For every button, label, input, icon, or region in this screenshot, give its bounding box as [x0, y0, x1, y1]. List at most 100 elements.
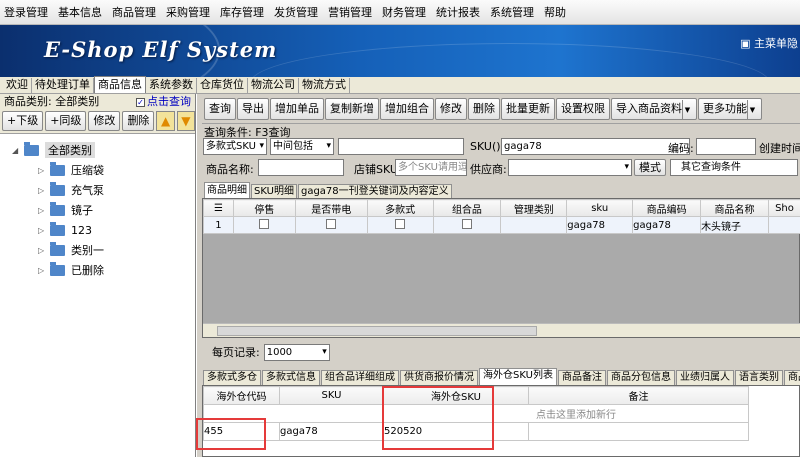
warehouse-code-cell[interactable]: 455: [203, 422, 280, 441]
stop-sale-checkbox[interactable]: [259, 218, 270, 229]
sku-cell[interactable]: gaga78: [279, 422, 384, 441]
tab-2[interactable]: 商品信息: [94, 76, 146, 93]
menu-item-5[interactable]: 发货管理: [274, 4, 318, 20]
column-header-3[interactable]: 备注: [528, 386, 749, 405]
name-cell[interactable]: 木头镜子: [700, 216, 769, 234]
battery-checkbox[interactable]: [326, 218, 337, 229]
combo-checkbox[interactable]: [461, 218, 472, 229]
tree-root[interactable]: ◢ 全部类别: [12, 140, 195, 160]
edit-category-button[interactable]: 修改: [88, 110, 121, 131]
code-input[interactable]: [696, 138, 756, 155]
table-row[interactable]: 1 gaga78 gaga78 木头镜子: [203, 216, 800, 234]
mode-button[interactable]: 模式: [634, 159, 666, 176]
column-header-0[interactable]: ☰: [203, 199, 234, 217]
collapse-icon[interactable]: ◢: [12, 146, 24, 155]
chevron-down-icon[interactable]: ▼: [747, 99, 757, 120]
toolbar-button-7[interactable]: 批量更新: [501, 97, 555, 120]
bottom-tab-4[interactable]: 海外仓SKU列表: [479, 368, 557, 385]
column-header-2[interactable]: 是否带电: [294, 199, 368, 217]
toolbar-button-9[interactable]: 导入商品资料 ▼: [611, 97, 697, 120]
expand-icon[interactable]: ▷: [38, 226, 50, 235]
menu-item-0[interactable]: 登录管理: [4, 4, 48, 20]
tree-item-4[interactable]: ▷ 类别一: [12, 240, 195, 260]
horizontal-scrollbar[interactable]: [203, 323, 800, 337]
bottom-tab-2[interactable]: 组合品详细组成: [321, 370, 399, 385]
click-query-checkbox[interactable]: ✓ 点击查询: [136, 93, 191, 109]
code-cell[interactable]: gaga78: [632, 216, 702, 234]
multi-style-checkbox[interactable]: [395, 218, 406, 229]
tab-3[interactable]: 系统参数: [146, 78, 197, 93]
main-tab-0[interactable]: 商品明细: [204, 182, 250, 198]
add-sibling-button[interactable]: +同级: [45, 110, 87, 131]
expand-icon[interactable]: ▷: [38, 246, 50, 255]
bottom-tab-1[interactable]: 多款式信息: [262, 370, 320, 385]
sku-input[interactable]: gaga78: [501, 138, 690, 155]
column-header-9[interactable]: Sho: [767, 199, 800, 217]
move-up-icon[interactable]: ▲: [156, 110, 175, 131]
other-conditions[interactable]: 其它查询条件: [670, 159, 798, 176]
toolbar-button-4[interactable]: 增加组合: [380, 97, 434, 120]
bottom-tab-9[interactable]: 商品: [783, 370, 800, 385]
expand-icon[interactable]: ▷: [38, 166, 50, 175]
column-header-8[interactable]: 商品名称: [700, 199, 769, 217]
toolbar-button-1[interactable]: 导出: [237, 97, 269, 120]
column-header-0[interactable]: 海外仓代码: [203, 386, 280, 405]
main-tab-1[interactable]: SKU明细: [251, 184, 297, 198]
match-mode-select[interactable]: 中间包括: [270, 138, 334, 155]
tree-item-0[interactable]: ▷ 压缩袋: [12, 160, 195, 180]
multi-sku-select[interactable]: 多款式SKU: [203, 138, 267, 155]
tab-4[interactable]: 仓库货位: [197, 78, 248, 93]
table-row[interactable]: 455 gaga78 520520: [203, 422, 749, 441]
expand-icon[interactable]: ▷: [38, 206, 50, 215]
menu-item-3[interactable]: 采购管理: [166, 4, 210, 20]
tab-5[interactable]: 物流公司: [248, 78, 299, 93]
menu-item-6[interactable]: 营销管理: [328, 4, 372, 20]
bottom-tab-8[interactable]: 语言类别: [734, 370, 783, 385]
expand-icon[interactable]: ▷: [38, 186, 50, 195]
bottom-tab-6[interactable]: 商品分包信息: [606, 370, 675, 385]
toolbar-button-8[interactable]: 设置权限: [556, 97, 610, 120]
menu-item-8[interactable]: 统计报表: [436, 4, 480, 20]
bottom-tab-7[interactable]: 业绩归属人: [675, 370, 734, 385]
column-header-5[interactable]: 管理类别: [500, 199, 568, 217]
toolbar-button-0[interactable]: 查询: [204, 97, 236, 120]
menu-item-7[interactable]: 财务管理: [382, 4, 426, 20]
supplier-select[interactable]: [508, 159, 632, 176]
toolbar-button-2[interactable]: 增加单品: [270, 97, 324, 120]
move-down-icon[interactable]: ▼: [176, 110, 195, 131]
toolbar-button-5[interactable]: 修改: [435, 97, 467, 120]
bottom-tab-0[interactable]: 多款式多仓: [203, 370, 261, 385]
column-header-4[interactable]: 组合品: [432, 199, 502, 217]
column-header-1[interactable]: SKU: [279, 386, 384, 405]
tree-item-5[interactable]: ▷ 已删除: [12, 260, 195, 280]
expand-icon[interactable]: ▷: [38, 266, 50, 275]
toolbar-button-10[interactable]: 更多功能 ▼: [698, 97, 762, 120]
per-page-select[interactable]: 1000: [263, 343, 330, 361]
toolbar-button-6[interactable]: 删除: [468, 97, 500, 120]
sku-cell[interactable]: gaga78: [566, 216, 634, 234]
column-header-2[interactable]: 海外仓SKU: [383, 386, 529, 405]
toolbar-button-3[interactable]: 复制新增: [325, 97, 379, 120]
add-child-button[interactable]: +下级: [2, 110, 44, 131]
chevron-down-icon[interactable]: ▼: [682, 99, 692, 120]
bottom-tab-5[interactable]: 商品备注: [557, 370, 606, 385]
product-name-input[interactable]: [258, 159, 344, 176]
menu-item-9[interactable]: 系统管理: [490, 4, 534, 20]
menu-item-2[interactable]: 商品管理: [112, 4, 156, 20]
column-header-7[interactable]: 商品编码: [632, 199, 702, 217]
add-row-hint-row[interactable]: 点击这里添加新行: [203, 404, 749, 423]
tab-0[interactable]: 欢迎: [3, 78, 32, 93]
bottom-tab-3[interactable]: 供货商报价情况: [400, 370, 478, 385]
note-cell[interactable]: [528, 422, 749, 441]
menu-item-1[interactable]: 基本信息: [58, 4, 102, 20]
tab-1[interactable]: 待处理订单: [32, 78, 94, 93]
delete-category-button[interactable]: 删除: [122, 110, 155, 131]
menu-item-4[interactable]: 库存管理: [220, 4, 264, 20]
column-header-1[interactable]: 停售: [232, 199, 296, 217]
add-row-hint[interactable]: 点击这里添加新行: [203, 404, 749, 423]
column-header-6[interactable]: sku: [566, 199, 634, 217]
column-header-3[interactable]: 多款式: [366, 199, 434, 217]
shop-sku-input[interactable]: 多个SKU请用逗号: [395, 159, 467, 176]
tree-item-1[interactable]: ▷ 充气泵: [12, 180, 195, 200]
main-tab-2[interactable]: gaga78一刊登关键词及内容定义: [297, 184, 452, 198]
